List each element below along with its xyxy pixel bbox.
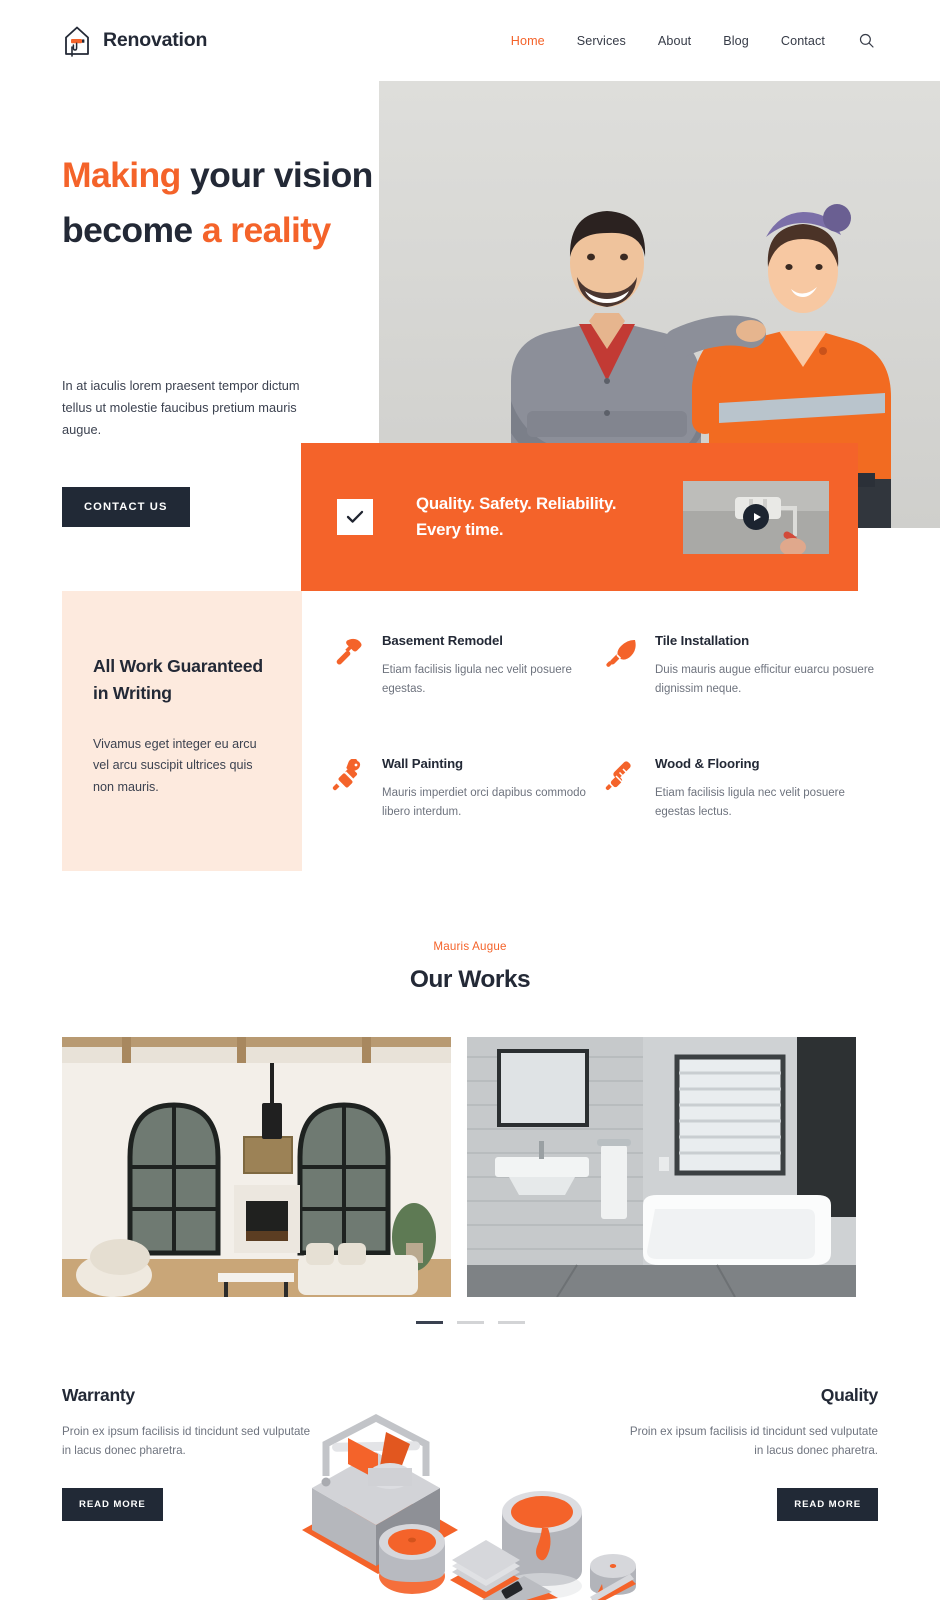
guarantee-title: All Work Guaranteed in Writing: [93, 656, 263, 704]
hero-heading: Making your vision become a reality: [62, 148, 482, 259]
service-description: Duis mauris augue efficitur euarcu posue…: [655, 664, 875, 695]
hero-title-plain-2: become: [62, 210, 202, 251]
brand-logo-link[interactable]: Renovation: [62, 24, 207, 58]
gallery-image-living-room[interactable]: [62, 1037, 451, 1297]
hero-title-accent-1: Making: [62, 155, 181, 195]
hero-paragraph: In at iaculis lorem praesent tempor dict…: [62, 378, 300, 437]
carousel-dot-1[interactable]: [415, 1321, 443, 1324]
promo-video-thumbnail[interactable]: [683, 480, 829, 554]
service-description: Mauris imperdiet orci dapibus commodo li…: [382, 787, 586, 818]
quality-read-more-button[interactable]: READ MORE: [777, 1487, 878, 1521]
warranty-title: Warranty: [62, 1385, 135, 1405]
services-section: All Work Guaranteed in Writing Vivamus e…: [0, 591, 940, 876]
service-title: Wood & Flooring: [655, 756, 760, 772]
trowel-icon: [605, 633, 655, 698]
promo-banner-text: Quality. Safety. Reliability. Every time…: [416, 491, 683, 543]
promo-banner: Quality. Safety. Reliability. Every time…: [301, 443, 858, 591]
warranty-block: Warranty Proin ex ipsum facilisis id tin…: [62, 1385, 322, 1521]
landing-page: Renovation Home Services About Blog Cont…: [0, 0, 940, 1600]
gallery-image-bathroom[interactable]: [467, 1037, 856, 1297]
contact-us-button[interactable]: CONTACT US: [62, 487, 190, 527]
site-header: Renovation Home Services About Blog Cont…: [0, 0, 940, 81]
works-gallery: [62, 1037, 858, 1297]
quality-block: Quality Proin ex ipsum facilisis id tinc…: [618, 1385, 878, 1521]
promo-line-1: Quality. Safety. Reliability.: [416, 493, 617, 513]
paintbrush-icon: [332, 756, 382, 821]
brand-name: Renovation: [103, 29, 208, 51]
check-icon: [337, 499, 373, 535]
hero-title-accent-2: a reality: [201, 210, 331, 251]
promo-line-2: Every time.: [416, 520, 504, 539]
nav-item-contact[interactable]: Contact: [765, 34, 841, 48]
house-paint-roller-icon: [62, 24, 92, 58]
nav-item-services[interactable]: Services: [561, 34, 642, 48]
nav-item-home[interactable]: Home: [495, 34, 561, 48]
works-title: Our Works: [409, 966, 531, 993]
carousel-dot-3[interactable]: [497, 1321, 525, 1324]
search-icon[interactable]: [855, 30, 877, 52]
service-item-wall-painting[interactable]: Wall Painting Mauris imperdiet orci dapi…: [332, 756, 605, 821]
service-title: Wall Painting: [382, 756, 463, 772]
service-item-basement-remodel[interactable]: Basement Remodel Etiam facilisis ligula …: [332, 633, 605, 698]
service-item-wood-flooring[interactable]: Wood & Flooring Etiam facilisis ligula n…: [605, 756, 877, 821]
nav-item-blog[interactable]: Blog: [707, 34, 765, 48]
works-eyebrow: Mauris Augue: [433, 940, 507, 953]
warranty-quality-section: Warranty Proin ex ipsum facilisis id tin…: [0, 1385, 940, 1600]
hero-title-plain-1: your vision: [180, 155, 373, 195]
service-description: Etiam facilisis ligula nec velit posuere…: [655, 787, 845, 818]
guarantee-text: Vivamus eget integer eu arcu vel arcu su…: [93, 736, 257, 794]
service-title: Basement Remodel: [382, 633, 503, 648]
warranty-read-more-button[interactable]: READ MORE: [62, 1487, 163, 1521]
carousel-dots: [0, 1321, 940, 1324]
play-icon[interactable]: [743, 504, 769, 530]
nav-item-about[interactable]: About: [642, 34, 707, 48]
services-grid: Basement Remodel Etiam facilisis ligula …: [332, 633, 877, 822]
chisel-icon: [605, 756, 655, 821]
main-nav: Home Services About Blog Contact: [495, 30, 877, 52]
carousel-dot-2[interactable]: [456, 1321, 484, 1324]
warranty-text: Proin ex ipsum facilisis id tincidunt se…: [62, 1425, 311, 1457]
hammer-icon: [332, 633, 382, 698]
service-item-tile-installation[interactable]: Tile Installation Duis mauris augue effi…: [605, 633, 877, 698]
quality-text: Proin ex ipsum facilisis id tincidunt se…: [629, 1425, 878, 1457]
our-works-section: Mauris Augue Our Works: [0, 940, 940, 1324]
quality-title: Quality: [820, 1385, 879, 1405]
isometric-tools-illustration: [290, 1380, 660, 1600]
service-title: Tile Installation: [655, 633, 750, 648]
guarantee-card: All Work Guaranteed in Writing Vivamus e…: [62, 591, 302, 871]
service-description: Etiam facilisis ligula nec velit posuere…: [382, 664, 572, 695]
